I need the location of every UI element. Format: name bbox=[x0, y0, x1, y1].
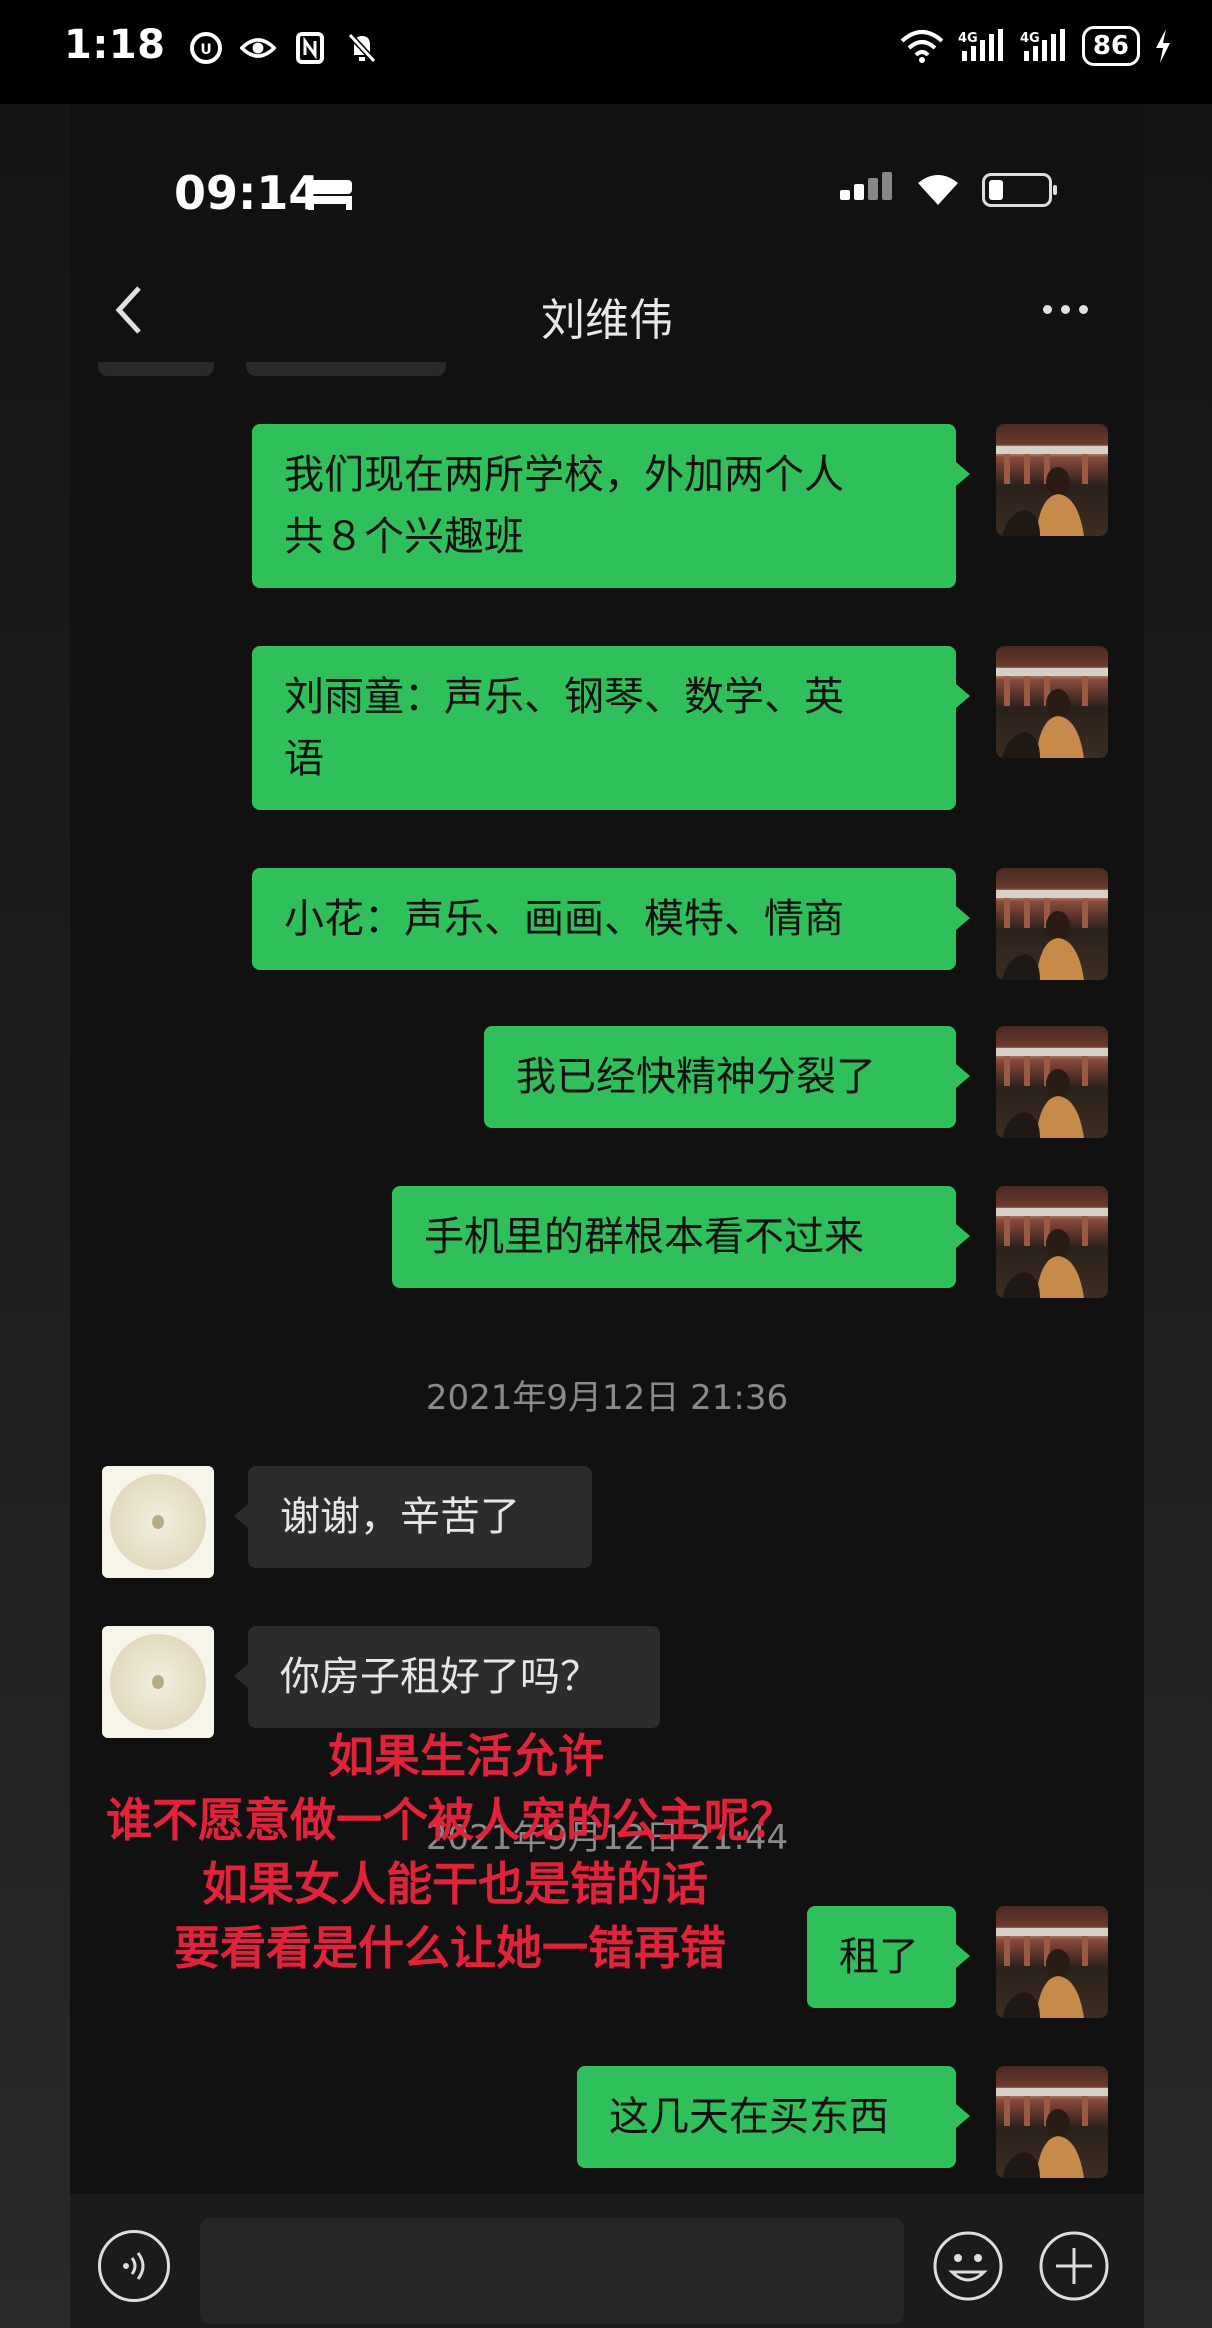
message-bubble-outgoing[interactable]: 这几天在买东西 bbox=[577, 2066, 970, 2168]
nfc-icon bbox=[292, 30, 328, 66]
caption-line: 如果女人能干也是错的话 bbox=[202, 1857, 708, 1911]
inner-clock: 09:14 bbox=[174, 166, 321, 220]
my-avatar[interactable] bbox=[996, 424, 1108, 536]
my-avatar[interactable] bbox=[996, 646, 1108, 758]
svg-text:4G: 4G bbox=[958, 31, 978, 46]
message-bubble-incoming[interactable]: 谢谢，辛苦了 bbox=[234, 1466, 592, 1568]
contact-avatar[interactable] bbox=[102, 1466, 214, 1578]
caption-line: 如果生活允许 bbox=[328, 1729, 604, 1783]
plus-icon bbox=[1039, 2231, 1109, 2301]
charging-bolt-icon bbox=[1156, 29, 1170, 63]
signal-4g-icon-2: 4G bbox=[1020, 29, 1065, 61]
caption-line: 要看看是什么让她一错再错 bbox=[174, 1921, 726, 1975]
chat-title: 刘维伟 bbox=[541, 295, 673, 346]
partial-bubble bbox=[246, 362, 446, 376]
message-input[interactable] bbox=[200, 2218, 904, 2324]
outer-status-bar: 1:18 U 4G 4G 86 bbox=[0, 0, 1212, 104]
screenshot-frame: 09:14 刘维伟 我们现在两所学校，外加两个人 共８个兴趣班 刘雨童：声乐、钢… bbox=[0, 104, 1212, 2328]
chat-input-bar bbox=[70, 2194, 1144, 2328]
chat-header: 刘维伟 bbox=[70, 254, 1144, 364]
inner-battery-icon bbox=[982, 173, 1057, 207]
outer-notification-icons: U bbox=[188, 30, 380, 66]
more-options-button[interactable] bbox=[1030, 284, 1100, 334]
battery-indicator: 86 bbox=[1081, 26, 1140, 66]
voice-wave-icon bbox=[123, 2252, 145, 2280]
inner-wifi-icon bbox=[918, 175, 958, 205]
emoji-button[interactable] bbox=[932, 2230, 1004, 2302]
emoji-icon bbox=[933, 2231, 1003, 2301]
voice-input-button[interactable] bbox=[98, 2230, 170, 2302]
message-bubble-outgoing[interactable]: 我已经快精神分裂了 bbox=[484, 1026, 970, 1128]
svg-text:U: U bbox=[200, 42, 211, 58]
svg-text:4G: 4G bbox=[1020, 31, 1040, 46]
caption-line: 谁不愿意做一个被人宠的公主呢？ bbox=[106, 1793, 796, 1847]
my-avatar[interactable] bbox=[996, 2066, 1108, 2178]
message-bubble-outgoing[interactable]: 刘雨童：声乐、钢琴、数学、英 语 bbox=[252, 646, 970, 810]
my-avatar[interactable] bbox=[996, 1906, 1108, 2018]
mute-bell-icon bbox=[344, 30, 380, 66]
outer-system-icons: 4G 4G 86 bbox=[900, 26, 1172, 66]
inner-system-icons bbox=[840, 172, 1057, 208]
partial-avatar bbox=[98, 362, 214, 376]
contact-avatar[interactable] bbox=[102, 1626, 214, 1738]
ultra-bar-icon: U bbox=[188, 30, 224, 66]
message-bubble-outgoing[interactable]: 小花：声乐、画画、模特、情商 bbox=[252, 868, 970, 970]
chat-timestamp: 2021年9月12日 21:36 bbox=[425, 1378, 789, 1418]
outer-clock: 1:18 bbox=[64, 22, 166, 68]
wifi-icon bbox=[900, 30, 944, 63]
more-actions-button[interactable] bbox=[1038, 2230, 1110, 2302]
bed-icon bbox=[308, 180, 352, 210]
eye-icon bbox=[240, 30, 276, 66]
message-bubble-outgoing[interactable]: 租了 bbox=[807, 1906, 970, 2008]
signal-4g-icon: 4G bbox=[958, 29, 1003, 61]
inner-status-bar: 09:14 bbox=[70, 104, 1144, 254]
my-avatar[interactable] bbox=[996, 1186, 1108, 1298]
message-bubble-incoming[interactable]: 你房子租好了吗？ bbox=[234, 1626, 660, 1728]
signal-dots-icon bbox=[840, 172, 892, 200]
chat-screen: 09:14 刘维伟 我们现在两所学校，外加两个人 共８个兴趣班 刘雨童：声乐、钢… bbox=[70, 104, 1144, 2328]
my-avatar[interactable] bbox=[996, 1026, 1108, 1138]
my-avatar[interactable] bbox=[996, 868, 1108, 980]
message-bubble-outgoing[interactable]: 我们现在两所学校，外加两个人 共８个兴趣班 bbox=[252, 424, 970, 588]
message-bubble-outgoing[interactable]: 手机里的群根本看不过来 bbox=[392, 1186, 970, 1288]
